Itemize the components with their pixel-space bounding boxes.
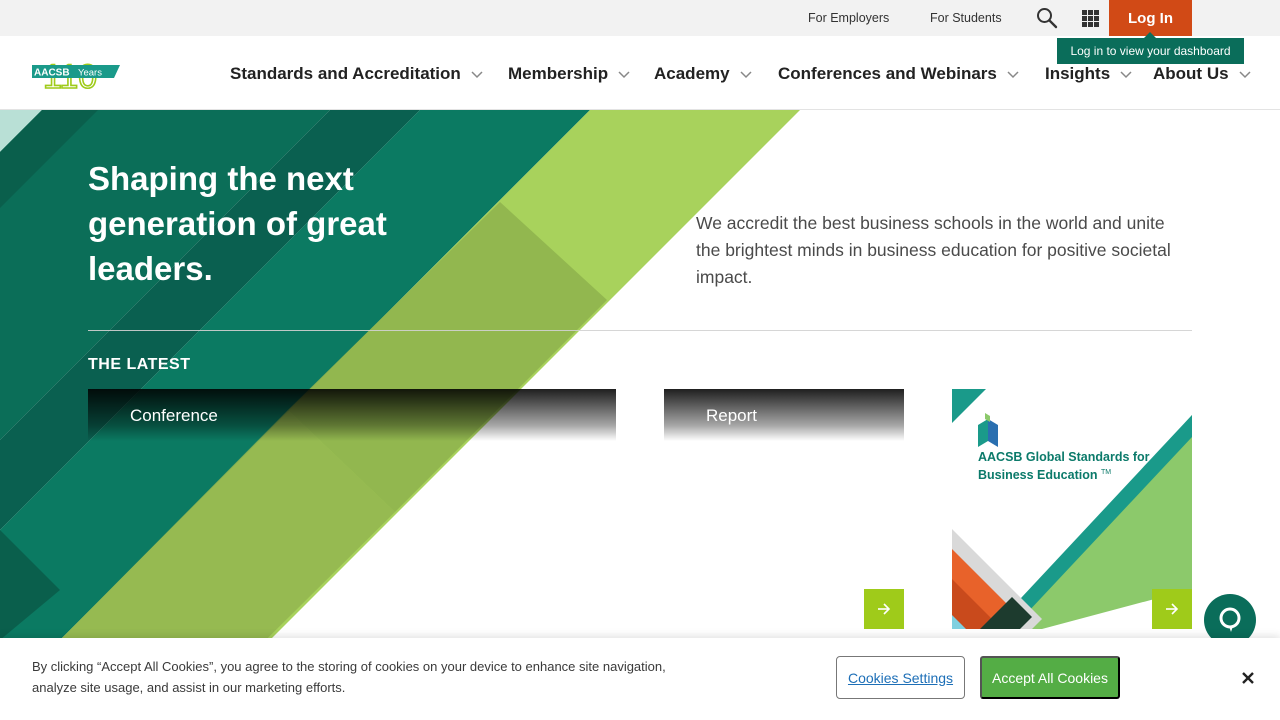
login-tooltip: Log in to view your dashboard [1057, 32, 1244, 64]
nav-standards-accreditation[interactable]: Standards and Accreditation [230, 64, 484, 84]
nav-academy[interactable]: Academy [654, 64, 753, 84]
chevron-down-icon [471, 71, 483, 79]
nav-label: About Us [1153, 64, 1229, 83]
close-icon[interactable] [1239, 669, 1257, 687]
cookie-banner: By clicking “Accept All Cookies”, you ag… [0, 638, 1280, 720]
chevron-down-icon [1120, 71, 1132, 79]
nav-conferences-webinars[interactable]: Conferences and Webinars [778, 64, 1020, 84]
nav-label: Membership [508, 64, 609, 83]
cookies-settings-button[interactable]: Cookies Settings [836, 656, 965, 699]
for-students-link[interactable]: For Students [930, 11, 1002, 25]
aacsb-logo[interactable]: 110 AACSB Years [32, 57, 122, 97]
card-title: AACSB Global Standards for Business Educ… [978, 450, 1168, 483]
apps-grid-icon[interactable] [1082, 10, 1099, 27]
latest-card-report[interactable]: Report [664, 389, 904, 629]
nav-about-us[interactable]: About Us [1153, 64, 1252, 84]
nav-label: Conferences and Webinars [778, 64, 997, 83]
latest-section-label: THE LATEST [88, 356, 191, 373]
utility-bar: For Employers For Students Log In [0, 0, 1280, 36]
chevron-down-icon [1239, 71, 1251, 79]
latest-card-global-standards[interactable]: AACSB Global Standards for Business Educ… [952, 389, 1192, 629]
hero-headline: Shaping the next generation of great lea… [88, 160, 387, 287]
login-button[interactable]: Log In [1109, 0, 1192, 36]
latest-card-conference[interactable]: Conference [88, 389, 616, 629]
hero-tagline: We accredit the best business schools in… [696, 213, 1171, 287]
arrow-right-icon[interactable] [1152, 589, 1192, 629]
card-tag: Conference [88, 389, 616, 441]
nav-label: Academy [654, 64, 730, 83]
nav-membership[interactable]: Membership [508, 64, 631, 84]
logo-brand: AACSB [34, 68, 70, 79]
chevron-down-icon [1007, 71, 1019, 79]
nav-insights[interactable]: Insights [1045, 64, 1133, 84]
page: For Employers For Students Log In Log in… [0, 0, 1280, 720]
chevron-down-icon [740, 71, 752, 79]
card-tag: Report [664, 389, 904, 441]
card-title-text: AACSB Global Standards for Business Educ… [978, 450, 1150, 483]
for-employers-link[interactable]: For Employers [808, 11, 889, 25]
nav-label: Insights [1045, 64, 1111, 83]
search-icon[interactable] [1036, 7, 1058, 29]
hero-divider [88, 330, 1192, 331]
trademark-mark: TM [1100, 469, 1112, 476]
logo-years: Years [78, 68, 102, 79]
arrow-right-icon[interactable] [864, 589, 904, 629]
nav-label: Standards and Accreditation [230, 64, 461, 83]
hero-section: Shaping the next generation of great lea… [0, 110, 1280, 720]
chevron-down-icon [618, 71, 630, 79]
cookie-notice-text: By clicking “Accept All Cookies”, you ag… [32, 659, 666, 695]
accept-all-cookies-button[interactable]: Accept All Cookies [980, 656, 1120, 699]
